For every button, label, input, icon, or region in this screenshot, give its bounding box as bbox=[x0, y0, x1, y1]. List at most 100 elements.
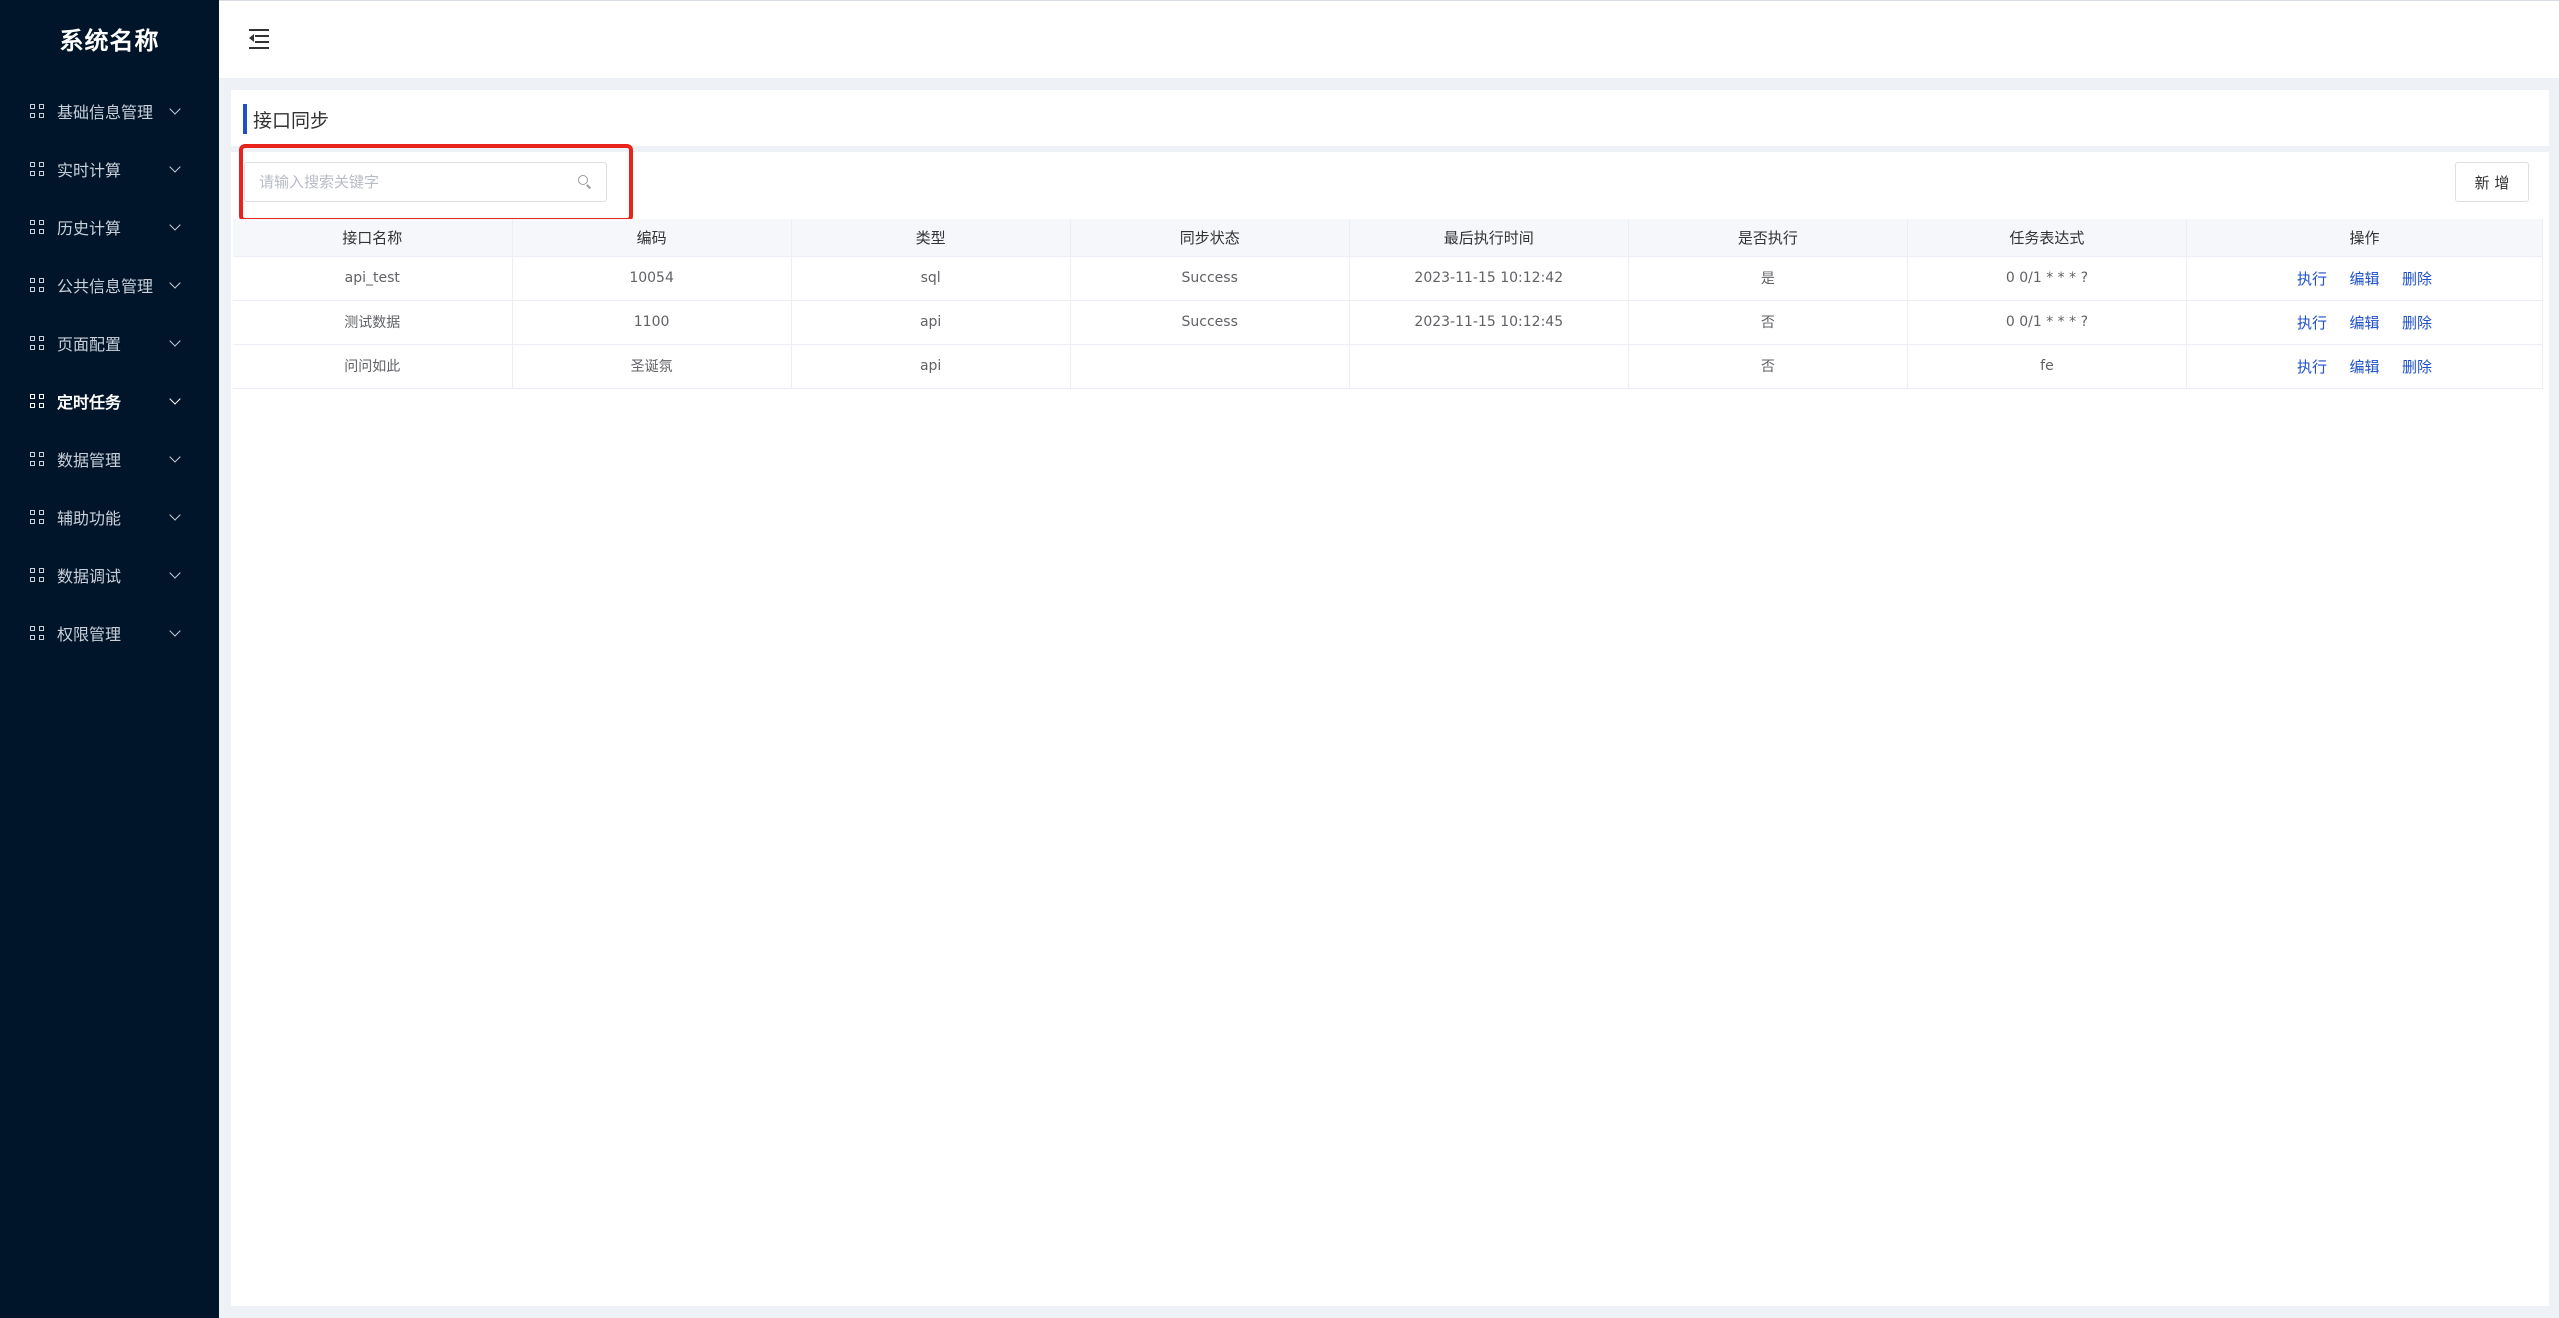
chevron-down-icon bbox=[169, 393, 181, 405]
column-header-cron[interactable]: 任务表达式 bbox=[1907, 219, 2188, 257]
page-title-bar: 接口同步 bbox=[231, 90, 2549, 146]
cell-type: api bbox=[791, 344, 1071, 389]
cell-cron: fe bbox=[1907, 344, 2188, 389]
cell-enabled: 是 bbox=[1628, 256, 1908, 301]
top-header bbox=[219, 0, 2559, 78]
table-row: 问问如此 圣诞氛 api 否 fe 执行 编辑 删除 bbox=[233, 344, 2543, 389]
sidebar-item-data-management[interactable]: 数据管理 bbox=[0, 430, 219, 488]
cell-enabled: 否 bbox=[1628, 344, 1908, 389]
search-box bbox=[244, 162, 607, 202]
system-title: 系统名称 bbox=[59, 27, 160, 55]
cell-cron: 0 0/1 * * * ? bbox=[1907, 256, 2188, 301]
delete-link[interactable]: 删除 bbox=[2402, 314, 2432, 332]
edit-link[interactable]: 编辑 bbox=[2349, 358, 2379, 376]
grid-icon bbox=[30, 336, 44, 350]
cell-code: 圣诞氛 bbox=[512, 344, 792, 389]
column-header-actions: 操作 bbox=[2186, 219, 2543, 257]
cell-last-run: 2023-11-15 10:12:45 bbox=[1349, 300, 1629, 345]
edit-link[interactable]: 编辑 bbox=[2349, 270, 2379, 288]
sidebar-item-scheduled-tasks[interactable]: 定时任务 bbox=[0, 372, 219, 430]
cell-type: api bbox=[791, 300, 1071, 345]
grid-icon bbox=[30, 626, 44, 640]
sidebar-item-history-calc[interactable]: 历史计算 bbox=[0, 198, 219, 256]
execute-link[interactable]: 执行 bbox=[2297, 314, 2327, 332]
table-row: api_test 10054 sql Success 2023-11-15 10… bbox=[233, 256, 2543, 301]
content-panel: 新 增 接口名称 编码 类型 同步状态 最后执行时间 是否执行 任务表达式 操作 bbox=[231, 144, 2549, 1306]
cell-status bbox=[1070, 344, 1350, 389]
delete-link[interactable]: 删除 bbox=[2402, 358, 2432, 376]
column-header-last-run[interactable]: 最后执行时间 bbox=[1349, 219, 1629, 257]
sidebar-item-permissions[interactable]: 权限管理 bbox=[0, 604, 219, 662]
sidebar-item-label: 定时任务 bbox=[57, 393, 122, 412]
sidebar-item-label: 历史计算 bbox=[57, 219, 122, 238]
cell-status: Success bbox=[1070, 300, 1350, 345]
sidebar-item-label: 数据管理 bbox=[57, 451, 122, 470]
sidebar-item-public-info[interactable]: 公共信息管理 bbox=[0, 256, 219, 314]
search-icon[interactable] bbox=[578, 175, 592, 189]
sidebar: 系统名称 基础信息管理 实时计算 历史计算 公共信息管理 页面配置 定时任务 数… bbox=[0, 0, 219, 1318]
chevron-down-icon bbox=[169, 625, 181, 637]
sidebar-item-label: 基础信息管理 bbox=[57, 103, 154, 122]
grid-icon bbox=[30, 162, 44, 176]
column-header-type[interactable]: 类型 bbox=[791, 219, 1071, 257]
cell-enabled: 否 bbox=[1628, 300, 1908, 345]
cell-name: api_test bbox=[233, 256, 513, 301]
sidebar-item-basic-info[interactable]: 基础信息管理 bbox=[0, 82, 219, 140]
grid-icon bbox=[30, 452, 44, 466]
delete-link[interactable]: 删除 bbox=[2402, 270, 2432, 288]
column-header-enabled[interactable]: 是否执行 bbox=[1628, 219, 1908, 257]
chevron-down-icon bbox=[169, 451, 181, 463]
grid-icon bbox=[30, 568, 44, 582]
grid-icon bbox=[30, 104, 44, 118]
grid-icon bbox=[30, 510, 44, 524]
sidebar-item-label: 实时计算 bbox=[57, 161, 122, 180]
cell-type: sql bbox=[791, 256, 1071, 301]
chevron-down-icon bbox=[169, 219, 181, 231]
sidebar-item-aux-functions[interactable]: 辅助功能 bbox=[0, 488, 219, 546]
cell-last-run bbox=[1349, 344, 1629, 389]
title-accent-bar bbox=[243, 104, 247, 134]
search-input[interactable] bbox=[245, 163, 606, 201]
cell-code: 1100 bbox=[512, 300, 792, 345]
cell-status: Success bbox=[1070, 256, 1350, 301]
chevron-down-icon bbox=[169, 509, 181, 521]
column-header-status[interactable]: 同步状态 bbox=[1070, 219, 1350, 257]
column-header-code[interactable]: 编码 bbox=[512, 219, 792, 257]
column-header-name[interactable]: 接口名称 bbox=[233, 219, 513, 257]
cell-code: 10054 bbox=[512, 256, 792, 301]
chevron-down-icon bbox=[169, 567, 181, 579]
grid-icon bbox=[30, 278, 44, 292]
cell-name: 问问如此 bbox=[233, 344, 513, 389]
execute-link[interactable]: 执行 bbox=[2297, 358, 2327, 376]
cell-actions: 执行 编辑 删除 bbox=[2186, 300, 2543, 345]
chevron-down-icon bbox=[169, 277, 181, 289]
sidebar-item-label: 权限管理 bbox=[57, 625, 122, 644]
chevron-down-icon bbox=[169, 335, 181, 347]
edit-link[interactable]: 编辑 bbox=[2349, 314, 2379, 332]
execute-link[interactable]: 执行 bbox=[2297, 270, 2327, 288]
sidebar-item-label: 辅助功能 bbox=[57, 509, 122, 528]
grid-icon bbox=[30, 220, 44, 234]
add-button[interactable]: 新 增 bbox=[2455, 162, 2529, 202]
grid-icon bbox=[30, 394, 44, 408]
sidebar-item-realtime-calc[interactable]: 实时计算 bbox=[0, 140, 219, 198]
sidebar-item-page-config[interactable]: 页面配置 bbox=[0, 314, 219, 372]
table-header-row: 接口名称 编码 类型 同步状态 最后执行时间 是否执行 任务表达式 操作 bbox=[233, 219, 2543, 257]
cell-actions: 执行 编辑 删除 bbox=[2186, 344, 2543, 389]
page-title: 接口同步 bbox=[253, 110, 330, 132]
cell-actions: 执行 编辑 删除 bbox=[2186, 256, 2543, 301]
sidebar-item-label: 公共信息管理 bbox=[57, 277, 154, 296]
table-row: 测试数据 1100 api Success 2023-11-15 10:12:4… bbox=[233, 300, 2543, 345]
chevron-down-icon bbox=[169, 103, 181, 115]
sidebar-item-label: 数据调试 bbox=[57, 567, 122, 586]
sync-table: 接口名称 编码 类型 同步状态 最后执行时间 是否执行 任务表达式 操作 api… bbox=[233, 219, 2543, 389]
cell-cron: 0 0/1 * * * ? bbox=[1907, 300, 2188, 345]
app: 系统名称 基础信息管理 实时计算 历史计算 公共信息管理 页面配置 定时任务 数… bbox=[0, 0, 2559, 1318]
sidebar-item-label: 页面配置 bbox=[57, 335, 122, 354]
cell-last-run: 2023-11-15 10:12:42 bbox=[1349, 256, 1629, 301]
sidebar-menu: 基础信息管理 实时计算 历史计算 公共信息管理 页面配置 定时任务 数据管理 辅… bbox=[0, 82, 219, 662]
menu-collapse-icon[interactable] bbox=[249, 29, 269, 49]
cell-name: 测试数据 bbox=[233, 300, 513, 345]
sidebar-item-data-debug[interactable]: 数据调试 bbox=[0, 546, 219, 604]
chevron-down-icon bbox=[169, 161, 181, 173]
